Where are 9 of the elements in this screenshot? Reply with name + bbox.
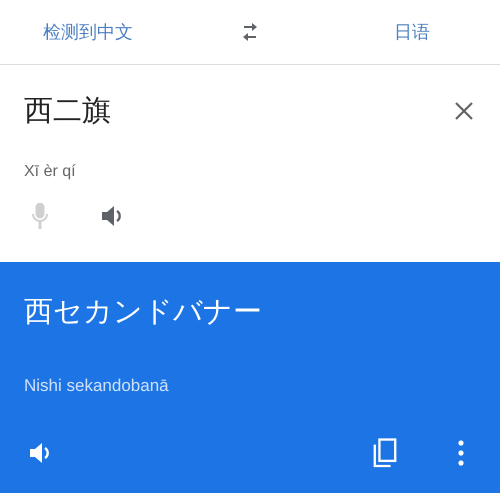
- romanization-text: Nishi sekandobanā: [24, 376, 170, 396]
- source-text[interactable]: 西二旗: [24, 91, 111, 131]
- target-language-button[interactable]: 日语: [324, 14, 500, 50]
- more-options-icon[interactable]: [458, 440, 464, 466]
- copy-icon[interactable]: [372, 438, 398, 468]
- source-language-button[interactable]: 检测到中文: [0, 14, 176, 50]
- close-icon[interactable]: [454, 101, 474, 121]
- romanization-text: Xī èr qí: [24, 163, 77, 181]
- translation-text: 西セカンドバナー: [24, 293, 263, 330]
